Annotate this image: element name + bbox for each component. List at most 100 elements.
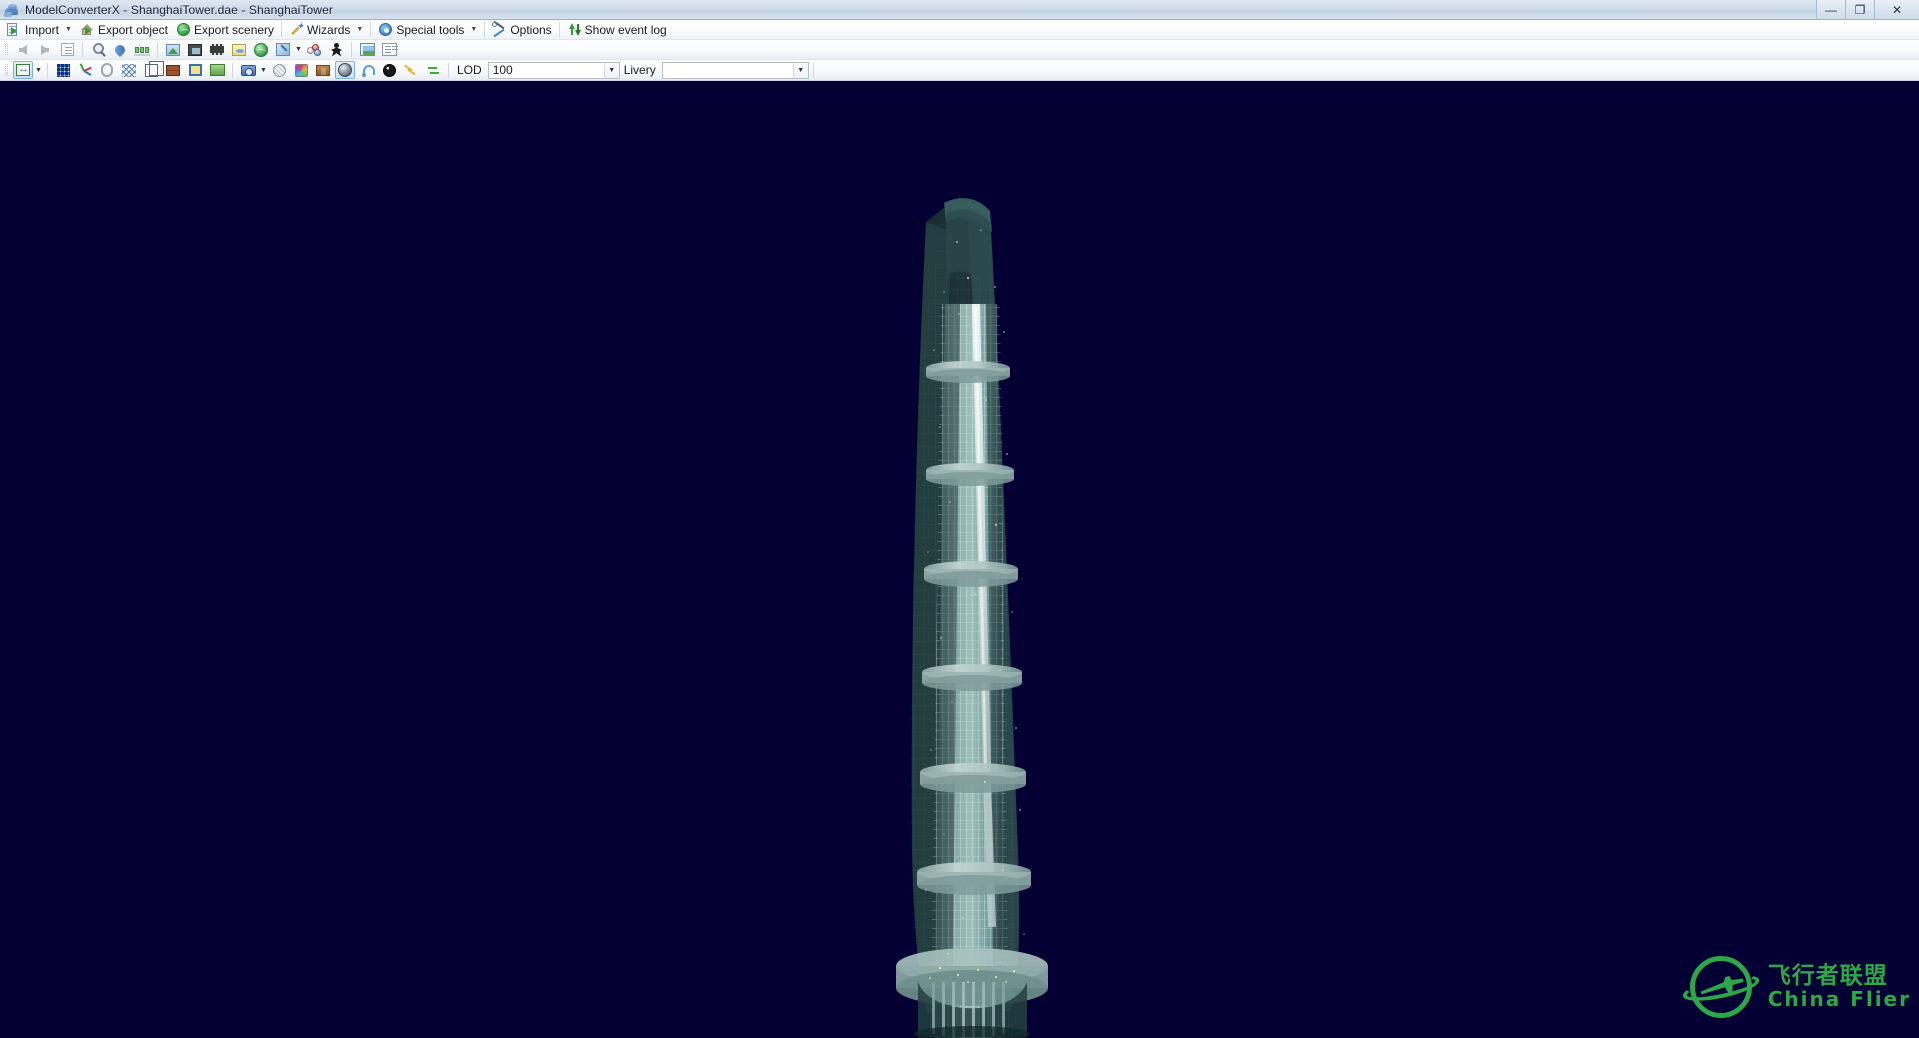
menu-separator — [558, 22, 560, 37]
material-editor-icon[interactable] — [185, 41, 205, 59]
ground-plane-icon[interactable] — [207, 61, 227, 79]
title-bar: ModelConverterX - ShanghaiTower.dae - Sh… — [0, 0, 1919, 20]
toolbar-primary: ▼ — [0, 40, 1919, 60]
disc — [924, 561, 1018, 587]
toolbar-separator — [47, 62, 48, 78]
menu-label-import: Import — [25, 22, 60, 37]
vertex-color-icon[interactable] — [291, 61, 311, 79]
disc — [920, 763, 1026, 793]
visibility-eye-icon[interactable] — [229, 41, 249, 59]
menu-label-options: Options — [510, 22, 552, 37]
menu-item-export-object[interactable]: Export object — [76, 20, 172, 39]
zoom-to-fit-icon[interactable] — [13, 61, 33, 79]
china-flier-watermark: 飞行者联盟 China Flier — [1680, 950, 1911, 1024]
attach-clip-icon[interactable] — [97, 61, 117, 79]
globe-scenery-icon[interactable] — [251, 41, 271, 59]
attached-objects-icon[interactable] — [304, 41, 324, 59]
placement-pin-icon[interactable] — [110, 41, 130, 59]
lod-value: 100 — [492, 63, 513, 77]
bounding-box-icon[interactable] — [141, 60, 164, 79]
toolbar-separator — [448, 62, 449, 78]
menu-separator — [281, 22, 283, 37]
axis-gizmo-icon[interactable] — [75, 61, 95, 79]
china-flier-logo-icon — [1680, 950, 1761, 1024]
app-icon — [4, 2, 20, 18]
chevron-down-icon[interactable]: ▼ — [603, 62, 619, 78]
menu-label-special-tools: Special tools — [396, 22, 465, 37]
hook-icon[interactable] — [357, 61, 377, 79]
close-button[interactable]: ✕ — [1874, 0, 1919, 19]
menu-item-export-scenery[interactable]: Export scenery — [172, 20, 278, 39]
texture-brick-icon[interactable] — [163, 61, 183, 79]
shanghai-tower-model[interactable] — [0, 82, 1919, 1038]
properties-card-icon[interactable] — [379, 41, 399, 59]
maximize-button[interactable]: ❐ — [1845, 0, 1874, 19]
toolbar-separator — [232, 62, 233, 78]
options-icon — [492, 20, 507, 38]
transform-icon[interactable] — [273, 41, 293, 59]
inspect-icon[interactable] — [88, 41, 108, 59]
disc — [926, 463, 1014, 486]
chevron-down-icon[interactable]: ▼ — [34, 67, 43, 74]
disc — [926, 361, 1010, 383]
import-icon — [7, 22, 22, 37]
livery-label: Livery — [623, 63, 656, 77]
toolbar-grip[interactable] — [3, 42, 10, 58]
highlight-yellow-icon[interactable] — [185, 61, 205, 79]
toolbar-separator — [351, 42, 352, 57]
yellow-arrows-icon[interactable] — [401, 61, 421, 79]
chevron-down-icon[interactable]: ▼ — [470, 26, 477, 33]
back-arrow-icon[interactable] — [13, 41, 33, 59]
disc — [917, 862, 1031, 895]
menu-label-export-scenery: Export scenery — [194, 22, 275, 37]
toolbar-separator — [812, 62, 814, 78]
menu-label-wizards: Wizards — [307, 22, 351, 37]
event-log-icon — [567, 22, 582, 37]
chevron-down-icon[interactable]: ▼ — [259, 67, 268, 74]
crash-tree-icon[interactable] — [326, 41, 346, 59]
wireframe-mesh-icon[interactable] — [119, 61, 139, 79]
livery-select[interactable]: ▼ — [661, 61, 809, 79]
eight-ball-icon[interactable] — [379, 61, 399, 79]
window-controls: — ❐ ✕ — [1816, 0, 1919, 19]
toolbar-grip[interactable] — [3, 62, 10, 78]
camera-view-icon[interactable] — [238, 61, 258, 79]
menu-label-export-object: Export object — [97, 22, 168, 37]
wizard-icon: ✦ — [289, 22, 304, 37]
watermark-text: 飞行者联盟 China Flier — [1768, 964, 1911, 1009]
watermark-label-cn: 飞行者联盟 — [1767, 963, 1888, 990]
special-tools-icon — [378, 22, 393, 37]
package-icon[interactable] — [313, 61, 333, 79]
texture-preview-icon[interactable] — [163, 41, 183, 59]
forward-arrow-icon[interactable] — [35, 41, 55, 59]
export-scenery-icon — [176, 22, 191, 37]
export-object-icon — [80, 22, 95, 37]
menu-item-wizards[interactable]: ✦ Wizards ▼ — [285, 20, 367, 39]
wireframe-sphere-icon[interactable] — [269, 61, 289, 79]
refresh-icon[interactable] — [423, 61, 443, 79]
disc — [922, 664, 1022, 691]
3d-viewport[interactable]: 飞行者联盟 China Flier — [0, 82, 1919, 1038]
grid-icon[interactable] — [53, 61, 73, 79]
minimize-button[interactable]: — — [1816, 0, 1845, 19]
lod-label: LOD — [457, 63, 482, 77]
menu-item-import[interactable]: Import ▼ — [3, 20, 76, 39]
chevron-down-icon[interactable]: ▼ — [356, 26, 363, 33]
chevron-down-icon[interactable]: ▼ — [294, 46, 303, 53]
menu-item-options[interactable]: Options — [488, 20, 555, 39]
chevron-down-icon[interactable]: ▼ — [65, 26, 72, 33]
lod-select[interactable]: 100 ▼ — [487, 61, 620, 79]
toolbar-view: ▼ ▼ LOD 100 ▼ Livery ▼ — [0, 60, 1919, 81]
animation-film-icon[interactable] — [207, 41, 227, 59]
library-objects-icon[interactable] — [132, 41, 152, 59]
menu-bar: Import ▼ Export object Export scenery ✦ … — [0, 20, 1919, 40]
menu-item-show-event-log[interactable]: Show event log — [563, 20, 671, 39]
chevron-down-icon[interactable]: ▼ — [792, 62, 808, 78]
screenshot-icon[interactable] — [357, 41, 377, 59]
material-sphere-icon[interactable] — [335, 61, 355, 79]
toolbar-separator — [82, 42, 83, 57]
object-list-icon[interactable] — [57, 41, 77, 59]
tower-podium — [896, 948, 1048, 1038]
menu-item-special-tools[interactable]: Special tools ▼ — [374, 20, 481, 39]
toolbar-separator — [157, 42, 158, 57]
